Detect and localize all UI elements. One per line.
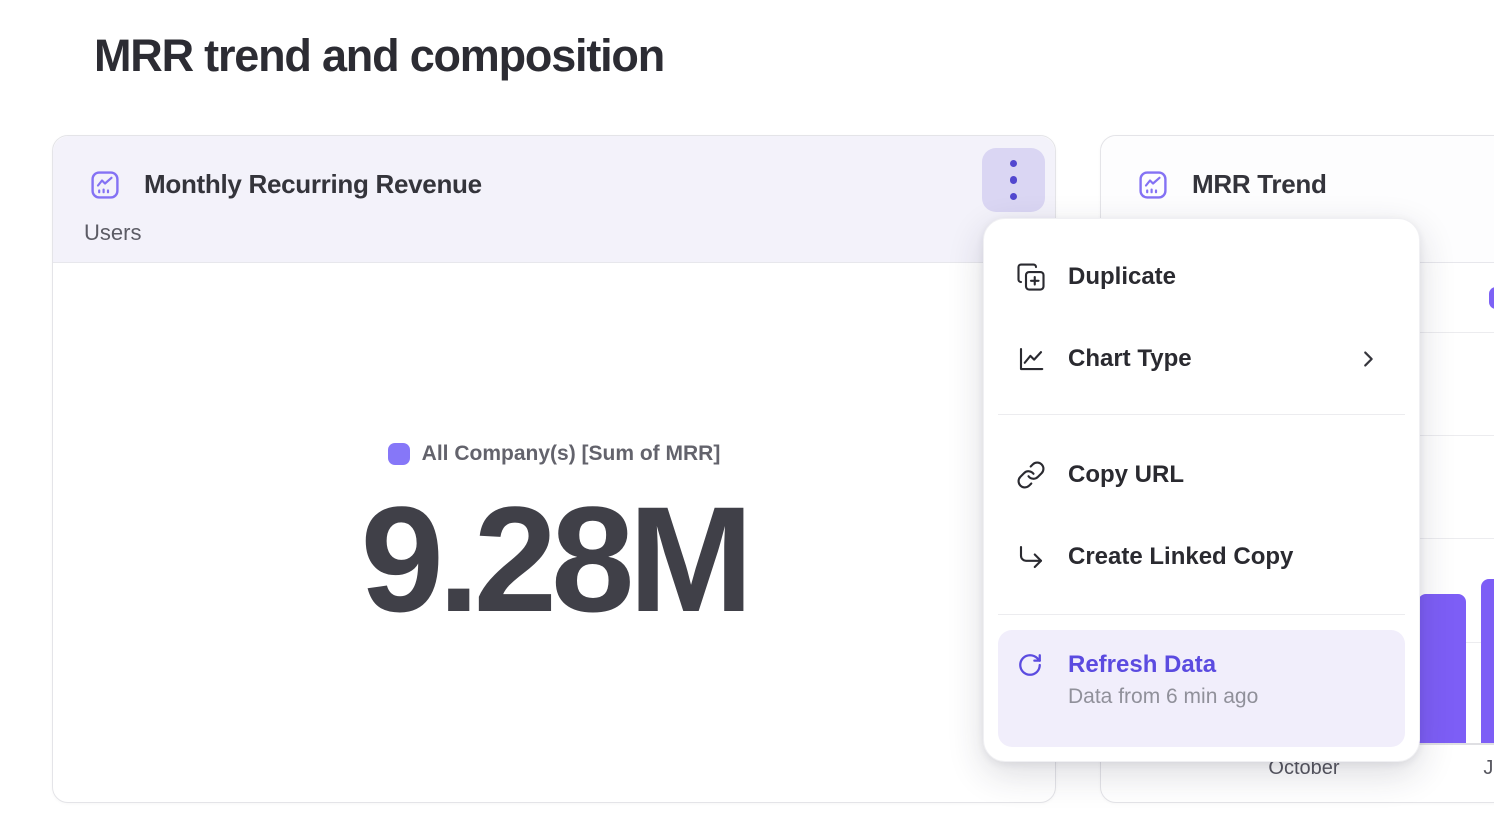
x-tick-label: January — [1439, 757, 1494, 780]
link-icon — [1016, 460, 1046, 490]
context-menu: Duplicate Chart Type Copy URL — [983, 218, 1420, 762]
legend-swatch — [388, 443, 410, 465]
big-number-chart: All Company(s) [Sum of MRR] 9.28M — [53, 263, 1055, 803]
dashboard-page: MRR trend and composition Monthly Recurr… — [0, 0, 1494, 816]
legend-label: All Company(s) [Sum of MRR] — [422, 442, 721, 466]
corner-down-right-icon — [1016, 542, 1046, 572]
big-number-value: 9.28M — [53, 484, 1055, 634]
card-title: MRR Trend — [1192, 169, 1327, 200]
menu-item-label: Copy URL — [1068, 461, 1184, 489]
chart-widget-icon — [91, 171, 119, 199]
chart-line-icon — [1016, 344, 1046, 374]
bar[interactable] — [1481, 579, 1494, 743]
page-title: MRR trend and composition — [94, 30, 664, 82]
legend-swatch — [1489, 287, 1494, 309]
bar[interactable] — [1418, 594, 1466, 743]
refresh-status-text: Data from 6 min ago — [1017, 685, 1387, 709]
card-header: Monthly Recurring Revenue Users — [53, 136, 1055, 263]
kebab-dot — [1010, 176, 1018, 184]
more-options-button[interactable] — [982, 148, 1045, 212]
menu-item-chart-type[interactable]: Chart Type — [984, 318, 1419, 400]
menu-item-copy-url[interactable]: Copy URL — [984, 434, 1419, 516]
refresh-icon — [1017, 652, 1043, 678]
chart-widget-icon — [1139, 171, 1167, 199]
menu-divider — [998, 414, 1405, 415]
menu-item-label: Duplicate — [1068, 263, 1176, 291]
card-subtitle: Users — [84, 220, 1025, 246]
chevron-right-icon — [1357, 348, 1379, 370]
menu-item-label: Chart Type — [1068, 345, 1192, 373]
menu-item-label: Refresh Data — [1068, 651, 1216, 679]
menu-item-label: Create Linked Copy — [1068, 543, 1293, 571]
card-monthly-recurring-revenue: Monthly Recurring Revenue Users All Comp… — [52, 135, 1056, 803]
menu-divider — [998, 614, 1405, 615]
card-title: Monthly Recurring Revenue — [144, 169, 482, 200]
menu-item-create-linked-copy[interactable]: Create Linked Copy — [984, 516, 1419, 598]
kebab-dot — [1010, 193, 1018, 201]
menu-item-duplicate[interactable]: Duplicate — [984, 236, 1419, 318]
legend: All Company(s) [Sum of MRR] — [53, 442, 1055, 466]
copy-plus-icon — [1016, 262, 1046, 292]
kebab-dot — [1010, 160, 1018, 168]
menu-item-refresh-data[interactable]: Refresh Data Data from 6 min ago — [998, 630, 1405, 747]
